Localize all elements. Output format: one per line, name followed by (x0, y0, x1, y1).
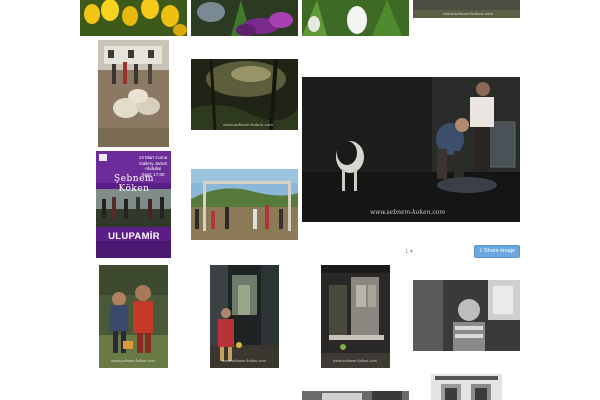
watermark-text: www.sebnem-koken.com (370, 209, 446, 216)
photo-field-goalpost[interactable] (191, 169, 298, 240)
poster-subtitle: ULUPAMİR (108, 231, 160, 242)
watermark-text: www.sebnem-koken.com (223, 122, 274, 127)
watermark-text: www.sebnem-koken.com (443, 11, 494, 16)
photo-children-toy[interactable]: www.sebnem-koken.com (99, 265, 168, 368)
watermark-text: www.sebnem-koken.com (222, 359, 266, 363)
photo-boy-portrait-bw[interactable] (413, 280, 520, 351)
watermark-text: www.sebnem-koken.com (333, 359, 377, 363)
photo-doorway-interior[interactable]: www.sebnem-koken.com (321, 265, 390, 368)
share-icon: ⇪ (478, 248, 483, 254)
photo-featured-goat-barn[interactable]: www.sebnem-koken.com (302, 77, 520, 222)
photo-purple-tulips[interactable] (191, 0, 298, 36)
photo-bottom-bw-2[interactable] (431, 374, 502, 400)
poster-date-line-1: 13 Mart Cuma (138, 155, 168, 160)
poster-title: Şebnem Köken (114, 174, 154, 194)
photo-white-tulip[interactable] (302, 0, 409, 36)
poster-date-line-2: Gallery Jamal Abdullai (139, 160, 167, 172)
watermark-text: www.sebnem-koken.com (111, 359, 155, 363)
photo-forest-light[interactable]: www.sebnem-koken.com (191, 59, 298, 130)
share-image-button[interactable]: ⇪Share image (474, 245, 520, 258)
photo-yellow-tulips[interactable] (80, 0, 187, 36)
share-button-label: Share image (484, 248, 516, 254)
photo-sheep-village[interactable] (98, 40, 169, 147)
photo-girl-alley[interactable]: www.sebnem-koken.com (210, 265, 279, 368)
photo-bottom-bw-1[interactable] (302, 391, 409, 400)
image-counter[interactable]: 1 ▾ (405, 248, 413, 255)
photo-top-right-landscape[interactable]: www.sebnem-koken.com (413, 0, 520, 18)
